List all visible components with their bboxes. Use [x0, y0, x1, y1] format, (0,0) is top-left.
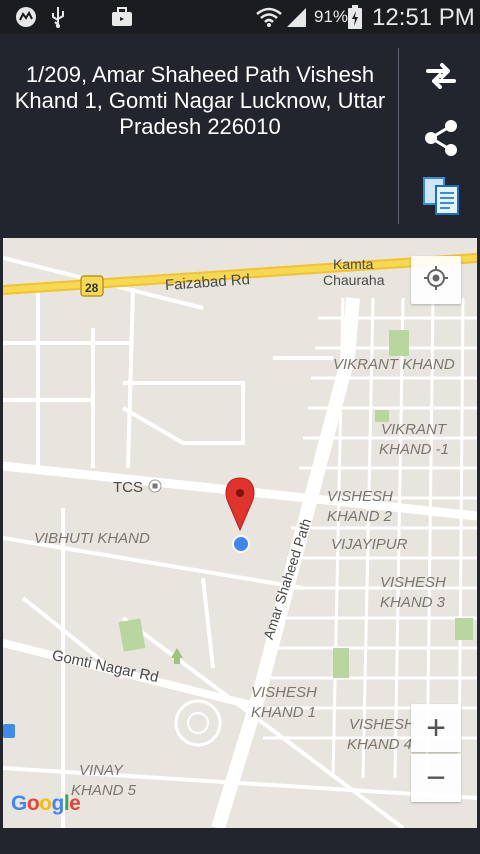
map-view[interactable]: 28 Faizabad Rd Kamta Chauraha VIKRANT KH…	[3, 238, 477, 828]
vishesh-khand1-label-a: VISHESH	[251, 684, 317, 701]
share-icon	[422, 118, 460, 163]
vishesh-khand2-label-a: VISHESH	[327, 488, 393, 505]
chauraha-label: Chauraha	[323, 272, 385, 288]
vinay-khand5-label-a: VINAY	[79, 762, 123, 779]
bottom-bar	[0, 828, 480, 854]
swap-icon	[424, 59, 458, 98]
copy-button[interactable]	[412, 173, 470, 223]
vijayipur-label: VIJAYIPUR	[331, 536, 408, 553]
vibhuti-khand-label: VIBHUTI KHAND	[34, 530, 150, 547]
usb-icon	[48, 5, 68, 29]
vishesh-khand1-label-b: KHAND 1	[251, 704, 317, 721]
vishesh-khand4-label-b: KHAND 4	[347, 736, 413, 753]
google-logo: Google	[11, 792, 81, 815]
address-text: 1/209, Amar Shaheed Path Vishesh Khand 1…	[14, 62, 386, 139]
vishesh-khand3-label-b: KHAND 3	[380, 594, 446, 611]
divider	[398, 48, 399, 224]
swap-button[interactable]	[412, 53, 470, 103]
vishesh-khand4-label-a: VISHESH	[349, 716, 415, 733]
copy-icon	[422, 176, 460, 221]
my-location-button[interactable]	[411, 256, 461, 304]
signal-icon	[284, 5, 308, 29]
current-location-dot	[234, 537, 248, 551]
vinay-khand5-label-b: KHAND 5	[71, 782, 137, 799]
vikrant-khand1-label-b: KHAND -1	[379, 441, 450, 458]
tcs-label: TCS	[113, 479, 143, 496]
vishesh-khand2-label-b: KHAND 2	[327, 508, 393, 525]
vikrant-khand-label: VIKRANT KHAND	[333, 356, 455, 373]
battery-percent: 91%	[314, 7, 349, 26]
battery-charging-icon	[347, 5, 363, 29]
messenger-icon	[14, 5, 38, 29]
zoom-out-button[interactable]: −	[411, 754, 461, 802]
crosshair-icon	[423, 265, 449, 296]
vikrant-khand1-label-a: VIKRANT	[381, 421, 447, 438]
share-button[interactable]	[412, 115, 470, 165]
zoom-in-button[interactable]: +	[411, 704, 461, 752]
status-bar: 91% 12:51 PM	[0, 0, 480, 34]
wifi-icon	[256, 5, 282, 29]
clock: 12:51 PM	[372, 4, 475, 31]
vishesh-khand3-label-a: VISHESH	[380, 574, 446, 591]
road-number-28: 28	[85, 281, 99, 295]
briefcase-icon	[110, 5, 134, 29]
